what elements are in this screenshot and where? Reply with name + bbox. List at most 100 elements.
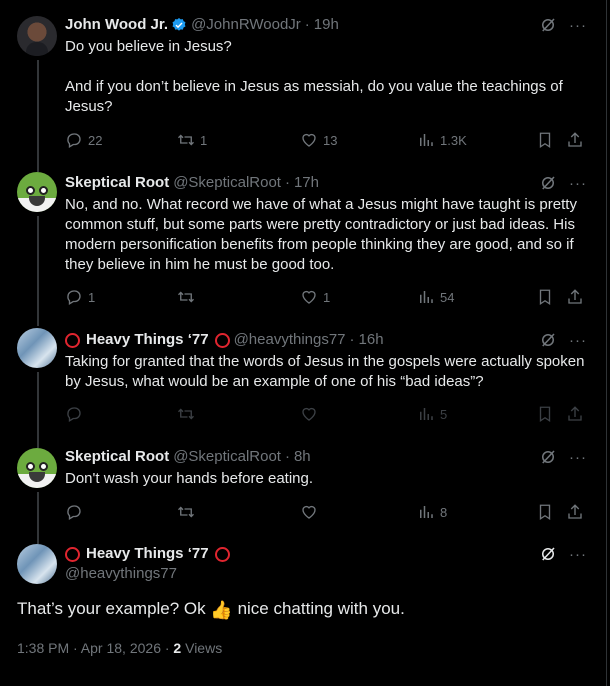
avatar[interactable] [17,448,57,488]
tweet-time[interactable]: 16h [359,330,384,350]
bookmark-button[interactable] [536,131,554,149]
author-handle[interactable]: @JohnRWoodJr [191,15,301,35]
red-circle-emoji [214,546,230,562]
tweet[interactable]: John Wood Jr. @JohnRWoodJr · 19h ··· Do … [0,0,604,160]
author-name[interactable]: John Wood Jr. [65,15,168,35]
like-button[interactable] [300,405,323,423]
repost-icon [178,506,194,518]
bookmark-icon [539,406,551,423]
like-button[interactable]: 13 [300,131,337,149]
reply-icon [67,407,81,422]
reply-icon [67,133,81,148]
tweet-header: Skeptical Root @SkepticalRoot · 8h [65,447,588,467]
separator-dot: · [349,331,355,348]
like-icon [302,407,316,421]
grok-icon[interactable] [538,15,558,35]
repost-button[interactable]: 1 [177,131,207,149]
like-button[interactable]: 1 [300,288,330,306]
like-button[interactable] [300,503,323,521]
tweet-paragraph: Taking for granted that the words of Jes… [65,353,585,390]
share-button[interactable] [566,503,584,521]
share-icon [568,289,582,304]
tweet-time[interactable]: 8h [294,447,311,467]
frame-border [606,0,607,686]
separator-dot: · [304,16,310,33]
tweet-paragraph: And if you don’t believe in Jesus as mes… [65,78,563,115]
avatar[interactable] [17,172,57,212]
reply-button[interactable]: 22 [65,131,102,149]
like-icon [302,290,316,304]
grok-icon[interactable] [538,544,558,564]
tweet[interactable]: Skeptical Root @SkepticalRoot · 8h ··· D… [0,428,604,536]
tweet-text: No, and no. What record we have of what … [65,195,588,275]
author-handle[interactable]: @SkepticalRoot [173,447,281,467]
tweet-time[interactable]: 19h [314,15,339,35]
red-circle-emoji [65,332,80,348]
views-button[interactable]: 5 [417,405,447,423]
author-name[interactable]: Heavy Things ‘77 [86,330,209,350]
tweet[interactable]: Heavy Things ‘77 @heavythings77 · 16h ··… [0,316,604,428]
tweet-text: Don't wash your hands before eating. [65,469,588,489]
like-icon [302,505,316,519]
reply-button[interactable] [65,503,88,521]
author-name[interactable]: Skeptical Root [65,173,169,193]
more-icon[interactable]: ··· [568,15,588,35]
repost-button[interactable] [177,288,200,306]
tweet[interactable]: Skeptical Root @SkepticalRoot · 17h ··· … [0,160,604,316]
share-button[interactable] [566,288,584,306]
author-handle[interactable]: @heavythings77 [65,564,177,584]
author-name[interactable]: Skeptical Root [65,447,169,467]
reply-button[interactable]: 1 [65,288,95,306]
share-button[interactable] [566,405,584,423]
tweet-header: Heavy Things ‘77 [65,544,588,564]
bookmark-button[interactable] [536,405,554,423]
more-icon[interactable]: ··· [568,544,588,564]
reply-button[interactable] [65,405,88,423]
grok-icon[interactable] [538,173,558,193]
tweet-header: John Wood Jr. @JohnRWoodJr · 19h [65,15,588,35]
tweet-timestamp[interactable]: 1:38 PM · Apr 18, 2026 · [17,640,170,656]
like-icon [302,133,316,147]
verified-badge-icon [172,18,186,31]
author-handle[interactable]: @heavythings77 [234,330,346,350]
views-button[interactable]: 54 [417,288,454,306]
repost-icon [178,134,194,146]
share-button[interactable] [566,131,584,149]
action-bar: 8 [65,502,589,522]
red-circle-emoji [214,332,230,348]
red-circle-emoji [65,546,80,562]
avatar[interactable] [17,16,57,56]
grok-icon[interactable] [538,330,558,350]
tweet-text-start: That’s your example? Ok [17,599,206,618]
views-button[interactable]: 1.3K [417,131,467,149]
separator-dot: · [284,448,290,465]
repost-icon [178,408,194,420]
views-icon [420,291,433,303]
repost-button[interactable] [177,503,200,521]
tweet-paragraph: Don't wash your hands before eating. [65,470,314,487]
author-name[interactable]: Heavy Things ‘77 [86,544,209,564]
tweet-time[interactable]: 17h [294,173,319,193]
tweet-paragraph: No, and no. What record we have of what … [65,196,577,273]
more-icon[interactable]: ··· [568,447,588,467]
bookmark-button[interactable] [536,503,554,521]
more-icon[interactable]: ··· [568,330,588,350]
more-icon[interactable]: ··· [568,173,588,193]
focused-tweet-text: That’s your example? Ok 👍 nice chatting … [17,598,405,621]
tweet-metadata: 1:38 PM · Apr 18, 2026 · 2 Views [17,640,222,656]
bookmark-icon [539,504,551,521]
avatar[interactable] [17,544,57,584]
tweet-text: Taking for granted that the words of Jes… [65,352,588,392]
tweet-text: Do you believe in Jesus? And if you don’… [65,37,588,117]
author-handle[interactable]: @SkepticalRoot [173,173,281,193]
tweet-header: Skeptical Root @SkepticalRoot · 17h [65,173,588,193]
repost-button[interactable] [177,405,200,423]
views-button[interactable]: 8 [417,503,447,521]
thumbs-up-emoji: 👍 [210,600,233,620]
views-icon [420,408,433,420]
reply-icon [67,505,81,520]
bookmark-button[interactable] [536,288,554,306]
tweet-header: Heavy Things ‘77 @heavythings77 · 16h [65,330,588,350]
avatar[interactable] [17,328,57,368]
grok-icon[interactable] [538,447,558,467]
